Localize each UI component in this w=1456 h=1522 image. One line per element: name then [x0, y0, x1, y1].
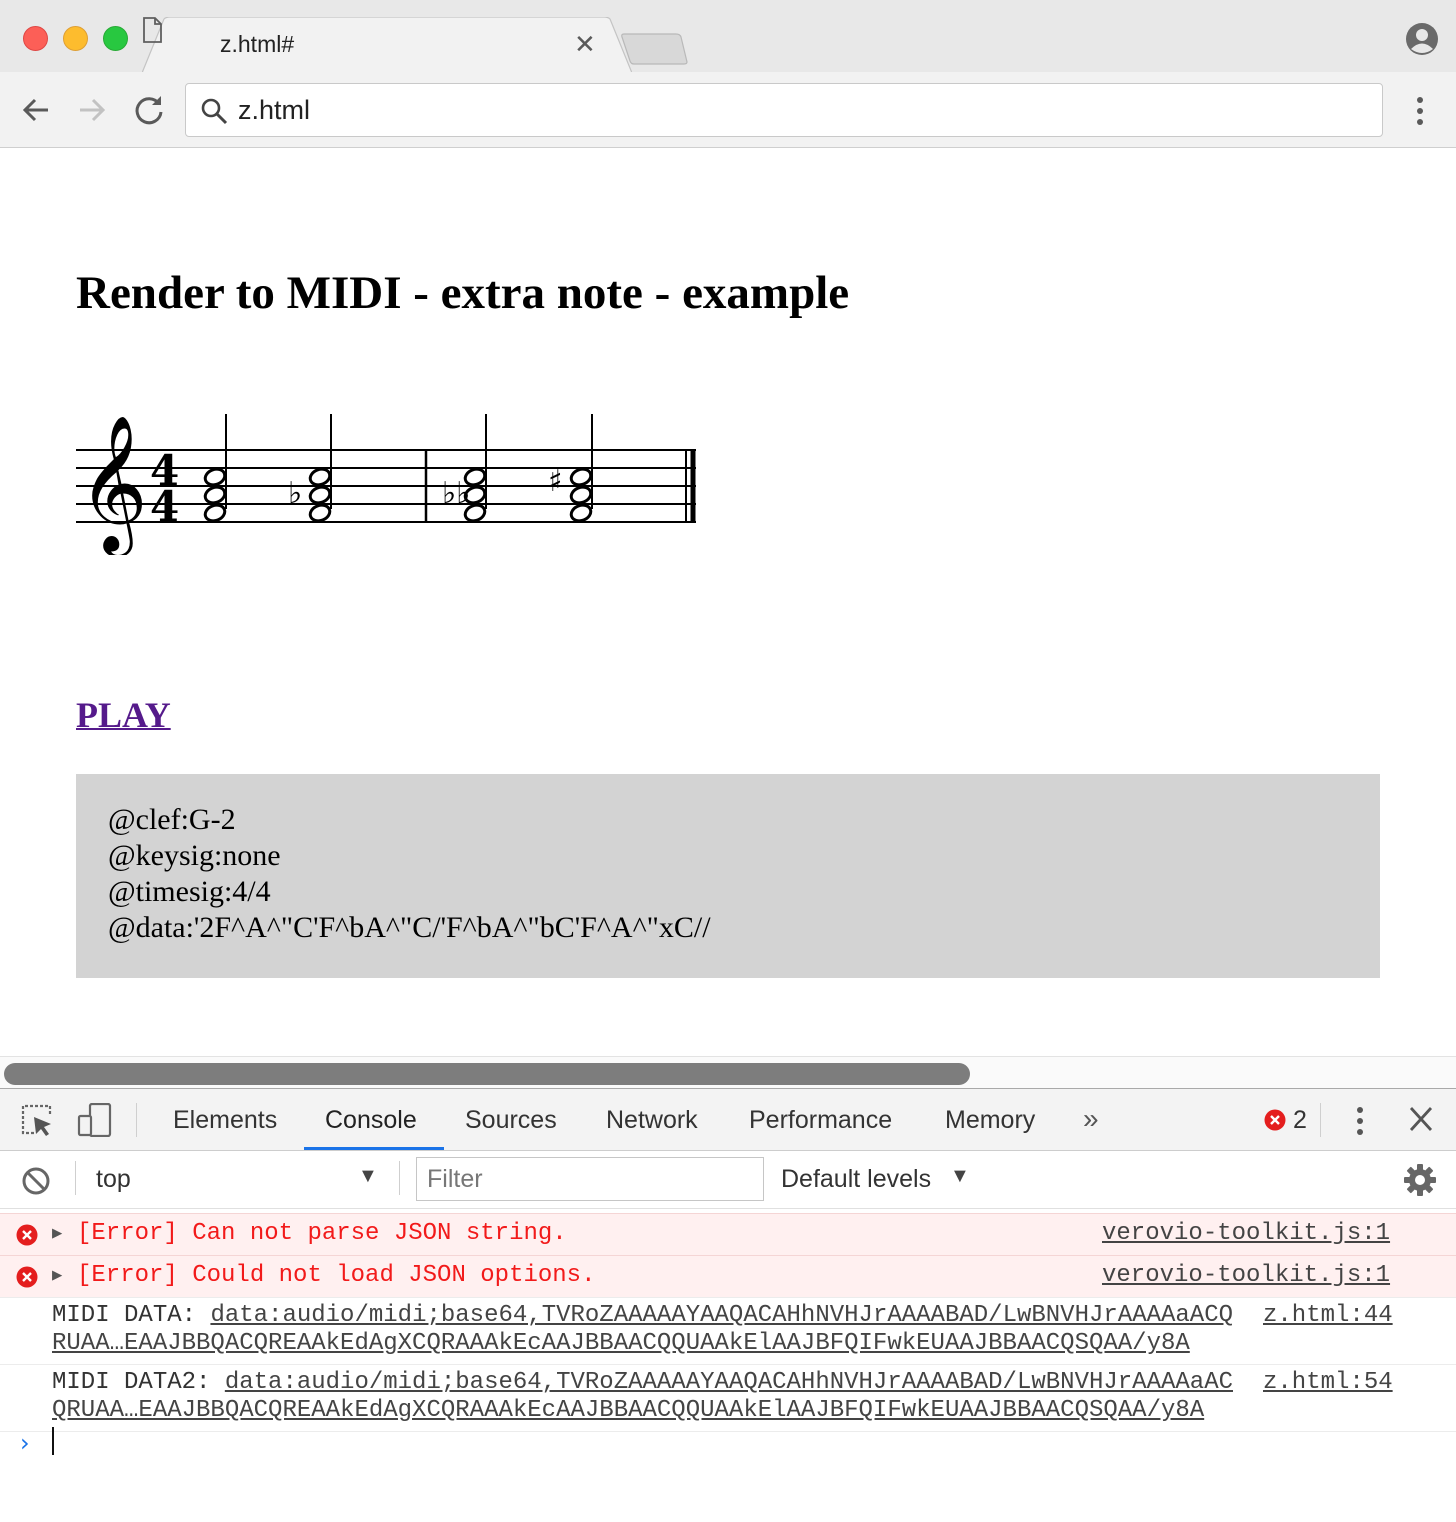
context-selector[interactable]: top: [96, 1165, 131, 1194]
data-url-link[interactable]: data:audio/midi;base64,TVRoZAAAAAYAAQACA…: [210, 1302, 1233, 1329]
source-link[interactable]: verovio-toolkit.js:1: [1102, 1220, 1390, 1247]
source-link[interactable]: verovio-toolkit.js:1: [1102, 1262, 1390, 1289]
tab-performance[interactable]: Performance: [749, 1106, 892, 1135]
browser-toolbar: z.html: [0, 72, 1456, 148]
window-close-button[interactable]: [23, 26, 48, 51]
chevron-down-icon[interactable]: ▼: [358, 1165, 378, 1188]
tabbar-separator: [136, 1103, 137, 1137]
browser-tab-active[interactable]: z.html# ✕: [142, 17, 632, 73]
levels-selector[interactable]: Default levels: [781, 1165, 931, 1194]
code-line-timesig: @timesig:4/4: [108, 875, 271, 908]
error-message: [Error] Could not load JSON options.: [77, 1262, 596, 1289]
console-error-row[interactable]: ▶ [Error] Can not parse JSON string. ver…: [0, 1213, 1456, 1255]
address-bar[interactable]: z.html: [185, 83, 1383, 137]
browser-titlebar: z.html# ✕: [0, 0, 1456, 73]
menu-dots-icon[interactable]: [1408, 94, 1432, 128]
toolbar-separator: [399, 1161, 400, 1195]
inspect-icon[interactable]: [20, 1103, 54, 1137]
log-line: MIDI DATA2: data:audio/midi;base64,TVRoZ…: [52, 1369, 1233, 1396]
forward-icon[interactable]: [74, 92, 110, 128]
reload-icon[interactable]: [131, 92, 167, 128]
tab-network[interactable]: Network: [606, 1106, 698, 1135]
window-maximize-button[interactable]: [103, 26, 128, 51]
error-count[interactable]: 2: [1293, 1106, 1307, 1135]
music-score: 𝄞 4 4 ♭ ♭♭ ♯: [76, 413, 696, 555]
sharp-accidental: ♯: [548, 464, 563, 499]
devtools-tabbar: Elements Console Sources Network Perform…: [0, 1089, 1456, 1151]
device-toolbar-icon[interactable]: [76, 1103, 114, 1137]
console-error-row[interactable]: ▶ [Error] Could not load JSON options. v…: [0, 1255, 1456, 1297]
tab-sources[interactable]: Sources: [465, 1106, 557, 1135]
tab-elements[interactable]: Elements: [173, 1106, 277, 1135]
settings-gear-icon[interactable]: [1403, 1163, 1437, 1197]
console-log-row: MIDI DATA: data:audio/midi;base64,TVRoZA…: [0, 1297, 1456, 1364]
console-log-row: MIDI DATA2: data:audio/midi;base64,TVRoZ…: [0, 1364, 1456, 1431]
clear-console-icon[interactable]: [21, 1166, 51, 1196]
treble-clef: 𝄞: [78, 413, 148, 555]
new-tab-button[interactable]: [620, 32, 690, 66]
tab-title: z.html#: [220, 31, 295, 57]
error-icon: [16, 1224, 38, 1246]
data-url-link-continued[interactable]: RUAA…EAAJBBQACQREAAkEdAgXCQRAAAkEcAAJBBA…: [52, 1330, 1190, 1357]
time-signature-bottom: 4: [150, 482, 179, 531]
toolbar-separator: [75, 1161, 76, 1195]
console-prompt-input[interactable]: [52, 1427, 54, 1455]
active-tab-indicator: [304, 1147, 444, 1150]
log-label: MIDI DATA:: [52, 1302, 211, 1329]
back-icon[interactable]: [18, 92, 54, 128]
play-link[interactable]: PLAY: [76, 694, 171, 736]
data-url-link-continued[interactable]: QRUAA…EAAJBBQACQREAAkEdAgXCQRAAAkEcAAJBB…: [52, 1397, 1204, 1424]
filter-input[interactable]: [416, 1157, 764, 1201]
code-box: @clef:G-2 @keysig:none @timesig:4/4 @dat…: [76, 774, 1380, 978]
tab-close-icon[interactable]: ✕: [574, 30, 596, 58]
data-url-link[interactable]: data:audio/midi;base64,TVRoZAAAAAYAAQACA…: [225, 1369, 1233, 1396]
tab-shape: [142, 17, 632, 73]
error-icon: [16, 1266, 38, 1288]
source-link[interactable]: z.html:54: [1263, 1369, 1393, 1396]
code-line-data: @data:'2F^A^"C'F^bA^"C/'F^bA^"bC'F^A^"xC…: [108, 911, 711, 944]
code-line-clef: @clef:G-2: [108, 803, 236, 836]
expand-triangle-icon[interactable]: ▶: [52, 1223, 62, 1244]
tab-memory[interactable]: Memory: [945, 1106, 1035, 1135]
prompt-chevron-icon: ›: [20, 1429, 30, 1457]
window-minimize-button[interactable]: [63, 26, 88, 51]
address-text: z.html: [238, 95, 311, 125]
profile-icon[interactable]: [1405, 22, 1439, 56]
log-line: MIDI DATA: data:audio/midi;base64,TVRoZA…: [52, 1302, 1233, 1329]
console-toolbar: top ▼ Default levels ▼: [0, 1151, 1456, 1209]
source-link[interactable]: z.html:44: [1263, 1302, 1393, 1329]
menu-dots-icon[interactable]: [1350, 1105, 1370, 1137]
code-line-keysig: @keysig:none: [108, 839, 281, 872]
devtools-panel: Elements Console Sources Network Perform…: [0, 1088, 1456, 1522]
error-message: [Error] Can not parse JSON string.: [77, 1220, 567, 1247]
more-tabs-icon[interactable]: »: [1083, 1103, 1099, 1135]
scrollbar-thumb[interactable]: [4, 1063, 970, 1085]
tab-console[interactable]: Console: [325, 1106, 417, 1135]
row-divider: [0, 1431, 1456, 1432]
horizontal-scrollbar[interactable]: [0, 1056, 1456, 1088]
page-title: Render to MIDI - extra note - example: [76, 267, 850, 319]
search-icon: [201, 98, 228, 125]
chevron-down-icon[interactable]: ▼: [950, 1165, 970, 1188]
tabbar-separator: [1320, 1103, 1321, 1137]
expand-triangle-icon[interactable]: ▶: [52, 1265, 62, 1286]
close-icon[interactable]: [1408, 1105, 1434, 1133]
error-icon: [1264, 1109, 1286, 1131]
page-icon: [143, 17, 162, 43]
flat-accidental: ♭: [288, 476, 302, 511]
log-label: MIDI DATA2:: [52, 1369, 225, 1396]
